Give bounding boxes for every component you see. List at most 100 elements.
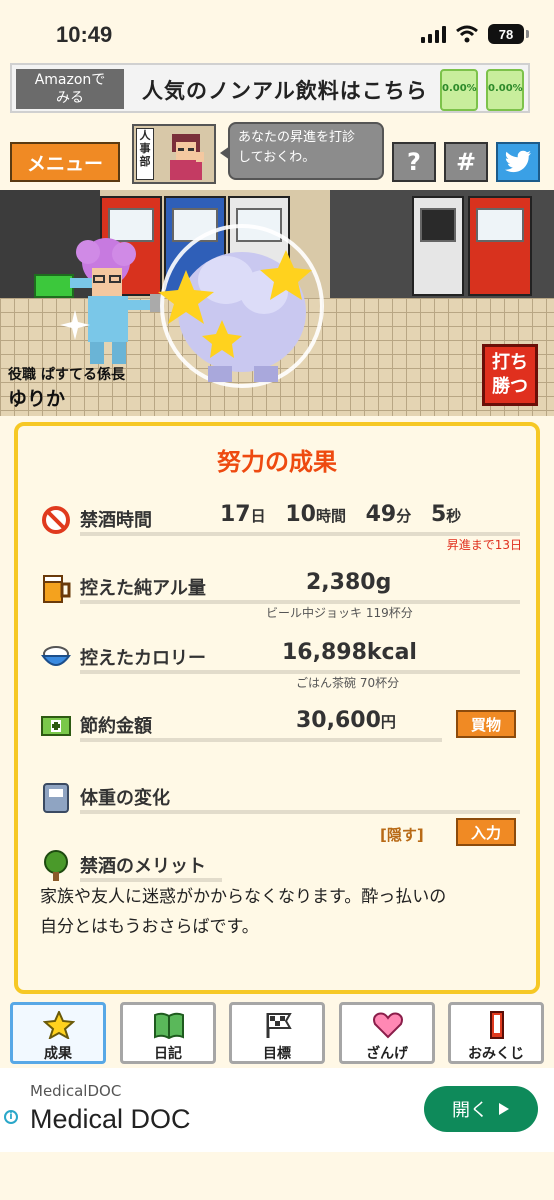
heart-icon (373, 1012, 403, 1039)
days-value: 17 (220, 502, 251, 527)
calories-value: 16,898kcal (282, 640, 417, 665)
merit-line2: 自分とはもうおさらばです。 (40, 917, 259, 937)
abstinence-row: 禁酒時間 17日 10時間 49分 5秒 昇進まで13日 (40, 502, 522, 554)
nav-diary[interactable]: 日記 (120, 1002, 216, 1064)
hr-character-icon (170, 134, 204, 180)
status-indicators: 78 (421, 24, 529, 44)
hashtag-button[interactable]: # (444, 142, 488, 182)
abstinence-label: 禁酒時間 (80, 510, 152, 531)
savings-label: 節約金額 (80, 716, 152, 737)
twitter-bird-icon (505, 150, 531, 173)
alcohol-amount: 2,380 (306, 570, 376, 595)
play-arrow-icon (499, 1103, 509, 1115)
nav-confession[interactable]: ざんげ (339, 1002, 435, 1064)
weight-label: 体重の変化 (80, 788, 170, 809)
panel-title: 努力の成果 (217, 448, 337, 476)
abstinence-time-value: 17日 10時間 49分 5秒 (220, 502, 461, 527)
nav-omikuji[interactable]: おみくじ (448, 1002, 544, 1064)
alcohol-row: 控えた純アル量 2,380g ビール中ジョッキ 119杯分 (40, 570, 522, 622)
savings-unit: 円 (380, 713, 396, 731)
savings-value: 30,600円 (296, 708, 396, 733)
hr-sign: 人事部 (136, 128, 154, 180)
savings-row: 節約金額 30,600円 買物 (40, 708, 522, 750)
money-icon (41, 716, 71, 736)
weight-input-button[interactable]: 入力 (456, 818, 516, 846)
ad-open-button[interactable]: 開く (424, 1086, 538, 1132)
ad-sponsor: MedicalDOC (30, 1082, 122, 1100)
speech-line1: あなたの昇進を打診 (238, 130, 356, 145)
vending-machine (468, 196, 532, 296)
status-time: 10:49 (56, 22, 113, 47)
drink-can-icon: 0.00% (486, 69, 524, 111)
calories-label: 控えたカロリー (80, 648, 206, 669)
calories-equivalent: ごはん茶碗 70杯分 (296, 676, 400, 690)
beer-mug-icon (43, 575, 71, 603)
monster-enemy-icon (158, 224, 324, 388)
alcohol-label: 控えた純アル量 (80, 578, 206, 599)
scale-icon (43, 783, 69, 813)
ad-open-label: 開く (452, 1100, 488, 1121)
nav-label: ざんげ (366, 1046, 408, 1062)
no-drinking-icon (42, 506, 70, 534)
row-divider (80, 810, 520, 814)
ad-badge-line1: Amazonで (34, 72, 106, 88)
days-unit: 日 (250, 507, 266, 525)
speech-line2: しておくわ。 (238, 150, 316, 165)
ad-badge-line2: みる (56, 90, 84, 106)
fight-line1: 打ち (492, 352, 528, 373)
row-divider (80, 738, 442, 742)
tree-icon (44, 850, 68, 881)
alcohol-equivalent: ビール中ジョッキ 119杯分 (266, 606, 413, 620)
signal-icon (421, 25, 446, 43)
menu-button[interactable]: メニュー (10, 142, 120, 182)
ad-text: 人気のノンアル飲料はこちら (142, 79, 428, 103)
nav-label: 目標 (263, 1046, 291, 1062)
ad-badge[interactable]: Amazonで みる (16, 69, 124, 109)
wifi-icon (456, 25, 478, 43)
merit-label: 禁酒のメリット (80, 856, 206, 877)
alcohol-value: 2,380g (306, 570, 391, 595)
minutes-value: 49 (365, 502, 397, 527)
nav-results[interactable]: 成果 (10, 1002, 106, 1064)
nav-goals[interactable]: 目標 (229, 1002, 325, 1064)
top-ad-banner[interactable]: Amazonで みる 人気のノンアル飲料はこちら 0.00% 0.00% (10, 63, 530, 113)
minutes-unit: 分 (396, 507, 412, 525)
nav-label: 成果 (44, 1046, 72, 1062)
book-icon (154, 1012, 184, 1039)
nav-label: 日記 (154, 1046, 182, 1062)
help-button[interactable]: ? (392, 142, 436, 182)
flag-icon (266, 1013, 292, 1038)
battery-icon: 78 (488, 24, 529, 44)
hr-avatar: 人事部 (132, 124, 216, 184)
hours-unit: 時間 (315, 507, 346, 525)
ad-info-icon[interactable]: i (4, 1110, 18, 1124)
star-icon (43, 1011, 75, 1039)
calories-unit: kcal (366, 640, 417, 665)
merit-line1: 家族や友人に迷惑がかからなくなります。酔っ払いの (40, 887, 447, 907)
merit-text: 家族や友人に迷惑がかからなくなります。酔っ払いの 自分とはもうおさらばです。 (40, 882, 522, 942)
speech-bubble: あなたの昇進を打診 しておくわ。 (220, 122, 384, 180)
fight-button[interactable]: 打ち 勝つ (482, 344, 538, 406)
savings-amount: 30,600 (296, 708, 381, 733)
status-bar: 10:49 78 (0, 0, 554, 60)
vending-machine (412, 196, 464, 296)
merit-row: 禁酒のメリット (40, 850, 522, 882)
character-name: ゆりか (8, 388, 66, 410)
rice-bowl-icon (41, 646, 71, 666)
promotion-countdown: 昇進まで13日 (446, 538, 522, 552)
sparkle-icon (60, 310, 90, 340)
home-indicator-area (0, 1152, 554, 1200)
twitter-button[interactable] (496, 142, 540, 182)
alcohol-unit: g (375, 570, 392, 595)
calories-row: 控えたカロリー 16,898kcal ごはん茶碗 70杯分 (40, 640, 522, 692)
bottom-ad-banner[interactable]: i MedicalDOC Medical DOC 開く (0, 1068, 554, 1152)
ad-title: Medical DOC (30, 1104, 191, 1134)
results-panel: 努力の成果 禁酒時間 17日 10時間 49分 5秒 昇進まで13日 控えた純ア… (14, 422, 540, 994)
fight-line2: 勝つ (492, 376, 528, 397)
hours-value: 10 (285, 502, 316, 527)
shopping-button[interactable]: 買物 (456, 710, 516, 738)
calories-amount: 16,898 (282, 640, 367, 665)
nav-label: おみくじ (468, 1046, 524, 1062)
hide-weight-link[interactable]: [隠す] (380, 824, 424, 845)
role-label: 役職 ぱすてる係長 (8, 367, 126, 383)
